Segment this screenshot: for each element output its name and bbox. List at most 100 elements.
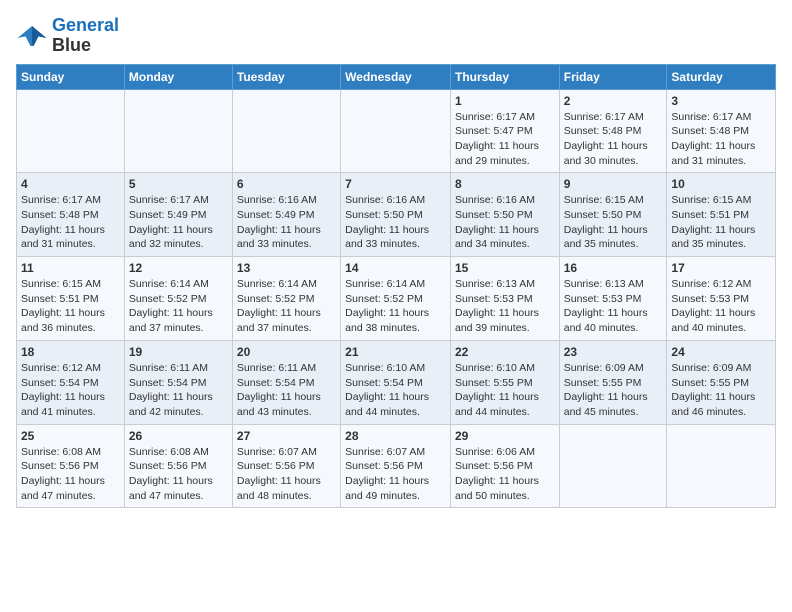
calendar-cell: [341, 89, 451, 173]
day-info: Sunrise: 6:06 AM Sunset: 5:56 PM Dayligh…: [455, 445, 555, 504]
calendar-cell: 16 Sunrise: 6:13 AM Sunset: 5:53 PM Dayli…: [559, 257, 667, 341]
day-number: 14: [345, 261, 446, 275]
week-row-4: 25 Sunrise: 6:08 AM Sunset: 5:56 PM Dayli…: [17, 424, 776, 508]
day-info: Sunrise: 6:10 AM Sunset: 5:55 PM Dayligh…: [455, 361, 555, 420]
week-row-1: 4 Sunrise: 6:17 AM Sunset: 5:48 PM Daylig…: [17, 173, 776, 257]
calendar-cell: 10 Sunrise: 6:15 AM Sunset: 5:51 PM Dayli…: [667, 173, 776, 257]
day-info: Sunrise: 6:12 AM Sunset: 5:53 PM Dayligh…: [671, 277, 771, 336]
calendar-cell: 29 Sunrise: 6:06 AM Sunset: 5:56 PM Dayli…: [450, 424, 559, 508]
day-info: Sunrise: 6:15 AM Sunset: 5:51 PM Dayligh…: [671, 193, 771, 252]
calendar-cell: 22 Sunrise: 6:10 AM Sunset: 5:55 PM Dayli…: [450, 340, 559, 424]
day-number: 4: [21, 177, 120, 191]
calendar-cell: 26Sunrise: 6:08 AM Sunset: 5:56 PM Dayli…: [124, 424, 232, 508]
week-row-2: 11Sunrise: 6:15 AM Sunset: 5:51 PM Dayli…: [17, 257, 776, 341]
logo-text: General Blue: [52, 16, 119, 56]
day-info: Sunrise: 6:09 AM Sunset: 5:55 PM Dayligh…: [671, 361, 771, 420]
calendar-cell: 15 Sunrise: 6:13 AM Sunset: 5:53 PM Dayli…: [450, 257, 559, 341]
day-number: 8: [455, 177, 555, 191]
calendar-cell: 19Sunrise: 6:11 AM Sunset: 5:54 PM Dayli…: [124, 340, 232, 424]
calendar-cell: [232, 89, 340, 173]
col-header-thursday: Thursday: [450, 64, 559, 89]
calendar-cell: 20 Sunrise: 6:11 AM Sunset: 5:54 PM Dayli…: [232, 340, 340, 424]
day-number: 20: [237, 345, 336, 359]
col-header-monday: Monday: [124, 64, 232, 89]
day-number: 28: [345, 429, 446, 443]
col-header-wednesday: Wednesday: [341, 64, 451, 89]
day-info: Sunrise: 6:17 AM Sunset: 5:48 PM Dayligh…: [564, 110, 663, 169]
day-info: Sunrise: 6:11 AM Sunset: 5:54 PM Dayligh…: [237, 361, 336, 420]
header: General Blue: [16, 16, 776, 56]
calendar-cell: 17 Sunrise: 6:12 AM Sunset: 5:53 PM Dayli…: [667, 257, 776, 341]
day-number: 9: [564, 177, 663, 191]
calendar-cell: [559, 424, 667, 508]
calendar-cell: 18 Sunrise: 6:12 AM Sunset: 5:54 PM Dayli…: [17, 340, 125, 424]
day-number: 29: [455, 429, 555, 443]
day-info: Sunrise: 6:08 AM Sunset: 5:56 PM Dayligh…: [21, 445, 120, 504]
day-info: Sunrise: 6:17 AM Sunset: 5:49 PM Dayligh…: [129, 193, 228, 252]
day-number: 12: [129, 261, 228, 275]
week-row-0: 1 Sunrise: 6:17 AM Sunset: 5:47 PM Daylig…: [17, 89, 776, 173]
week-row-3: 18 Sunrise: 6:12 AM Sunset: 5:54 PM Dayli…: [17, 340, 776, 424]
logo-icon: [16, 22, 48, 50]
col-header-tuesday: Tuesday: [232, 64, 340, 89]
day-info: Sunrise: 6:07 AM Sunset: 5:56 PM Dayligh…: [345, 445, 446, 504]
day-number: 6: [237, 177, 336, 191]
day-info: Sunrise: 6:17 AM Sunset: 5:48 PM Dayligh…: [671, 110, 771, 169]
calendar-cell: 6 Sunrise: 6:16 AM Sunset: 5:49 PM Daylig…: [232, 173, 340, 257]
day-info: Sunrise: 6:16 AM Sunset: 5:50 PM Dayligh…: [345, 193, 446, 252]
calendar-cell: [667, 424, 776, 508]
calendar-cell: 2 Sunrise: 6:17 AM Sunset: 5:48 PM Daylig…: [559, 89, 667, 173]
calendar-cell: 5 Sunrise: 6:17 AM Sunset: 5:49 PM Daylig…: [124, 173, 232, 257]
day-info: Sunrise: 6:13 AM Sunset: 5:53 PM Dayligh…: [455, 277, 555, 336]
day-info: Sunrise: 6:14 AM Sunset: 5:52 PM Dayligh…: [237, 277, 336, 336]
day-number: 24: [671, 345, 771, 359]
calendar-cell: 28 Sunrise: 6:07 AM Sunset: 5:56 PM Dayli…: [341, 424, 451, 508]
day-number: 25: [21, 429, 120, 443]
day-number: 13: [237, 261, 336, 275]
calendar-cell: 1 Sunrise: 6:17 AM Sunset: 5:47 PM Daylig…: [450, 89, 559, 173]
calendar-cell: 14 Sunrise: 6:14 AM Sunset: 5:52 PM Dayli…: [341, 257, 451, 341]
day-number: 5: [129, 177, 228, 191]
day-number: 26: [129, 429, 228, 443]
calendar-cell: 11Sunrise: 6:15 AM Sunset: 5:51 PM Dayli…: [17, 257, 125, 341]
logo: General Blue: [16, 16, 119, 56]
calendar-cell: 21 Sunrise: 6:10 AM Sunset: 5:54 PM Dayli…: [341, 340, 451, 424]
day-info: Sunrise: 6:13 AM Sunset: 5:53 PM Dayligh…: [564, 277, 663, 336]
calendar-cell: 23 Sunrise: 6:09 AM Sunset: 5:55 PM Dayli…: [559, 340, 667, 424]
day-info: Sunrise: 6:10 AM Sunset: 5:54 PM Dayligh…: [345, 361, 446, 420]
day-number: 18: [21, 345, 120, 359]
day-number: 3: [671, 94, 771, 108]
day-info: Sunrise: 6:17 AM Sunset: 5:48 PM Dayligh…: [21, 193, 120, 252]
day-number: 22: [455, 345, 555, 359]
calendar-cell: 12 Sunrise: 6:14 AM Sunset: 5:52 PM Dayli…: [124, 257, 232, 341]
day-number: 23: [564, 345, 663, 359]
day-number: 19: [129, 345, 228, 359]
day-number: 16: [564, 261, 663, 275]
calendar-cell: 27 Sunrise: 6:07 AM Sunset: 5:56 PM Dayli…: [232, 424, 340, 508]
day-info: Sunrise: 6:15 AM Sunset: 5:51 PM Dayligh…: [21, 277, 120, 336]
day-info: Sunrise: 6:07 AM Sunset: 5:56 PM Dayligh…: [237, 445, 336, 504]
day-number: 7: [345, 177, 446, 191]
col-header-saturday: Saturday: [667, 64, 776, 89]
calendar-cell: 25 Sunrise: 6:08 AM Sunset: 5:56 PM Dayli…: [17, 424, 125, 508]
calendar-cell: 24 Sunrise: 6:09 AM Sunset: 5:55 PM Dayli…: [667, 340, 776, 424]
col-header-friday: Friday: [559, 64, 667, 89]
calendar-cell: 8Sunrise: 6:16 AM Sunset: 5:50 PM Daylig…: [450, 173, 559, 257]
day-info: Sunrise: 6:09 AM Sunset: 5:55 PM Dayligh…: [564, 361, 663, 420]
day-number: 1: [455, 94, 555, 108]
calendar-cell: 7 Sunrise: 6:16 AM Sunset: 5:50 PM Daylig…: [341, 173, 451, 257]
day-number: 21: [345, 345, 446, 359]
day-info: Sunrise: 6:16 AM Sunset: 5:49 PM Dayligh…: [237, 193, 336, 252]
calendar-cell: [124, 89, 232, 173]
day-info: Sunrise: 6:12 AM Sunset: 5:54 PM Dayligh…: [21, 361, 120, 420]
day-number: 27: [237, 429, 336, 443]
day-number: 10: [671, 177, 771, 191]
day-info: Sunrise: 6:14 AM Sunset: 5:52 PM Dayligh…: [345, 277, 446, 336]
day-number: 15: [455, 261, 555, 275]
calendar-cell: 3 Sunrise: 6:17 AM Sunset: 5:48 PM Daylig…: [667, 89, 776, 173]
day-number: 2: [564, 94, 663, 108]
day-number: 17: [671, 261, 771, 275]
day-info: Sunrise: 6:17 AM Sunset: 5:47 PM Dayligh…: [455, 110, 555, 169]
day-info: Sunrise: 6:14 AM Sunset: 5:52 PM Dayligh…: [129, 277, 228, 336]
day-info: Sunrise: 6:15 AM Sunset: 5:50 PM Dayligh…: [564, 193, 663, 252]
